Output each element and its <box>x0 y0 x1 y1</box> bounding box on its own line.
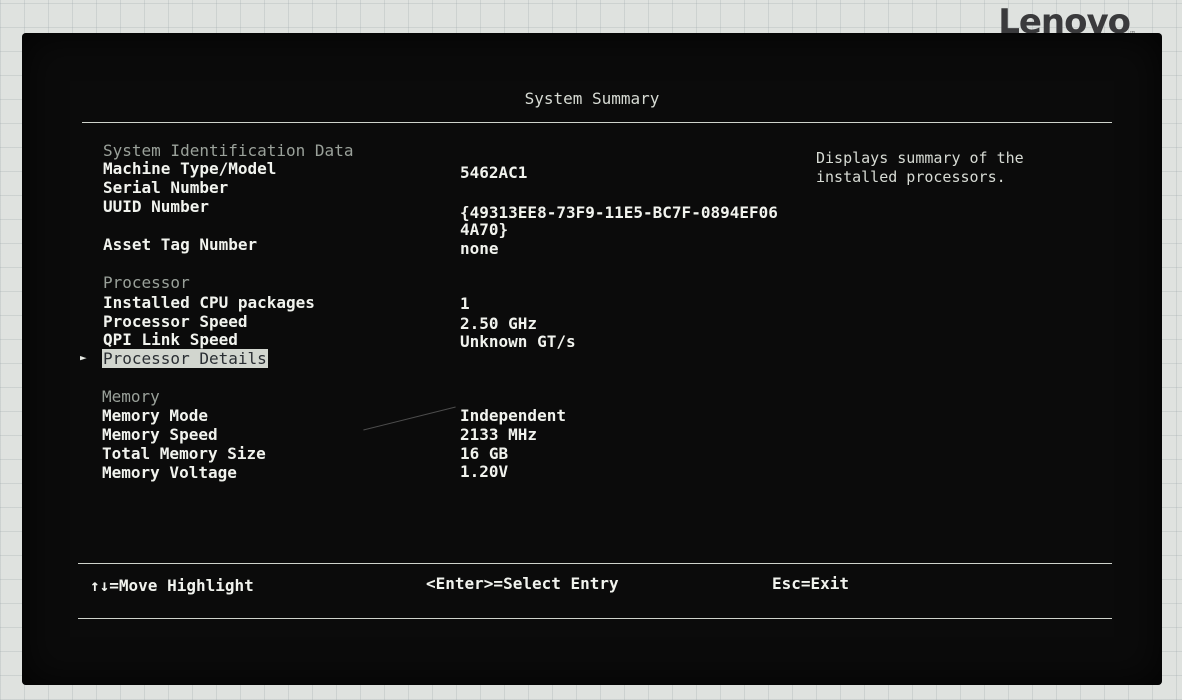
cpu-packages-label[interactable]: Installed CPU packages <box>103 293 315 312</box>
serial-number-label[interactable]: Serial Number <box>103 178 228 197</box>
uuid-value-line-2: 4A70} <box>460 220 509 239</box>
footer-top-divider <box>78 563 1112 564</box>
machine-type-value: 5462AC1 <box>460 163 528 182</box>
uuid-label[interactable]: UUID Number <box>103 197 209 216</box>
total-memory-size-label[interactable]: Total Memory Size <box>102 444 266 463</box>
processor-details-label[interactable]: Processor Details <box>102 349 268 368</box>
help-text-line-1: Displays summary of the <box>816 149 1024 167</box>
processor-speed-value: 2.50 GHz <box>460 314 538 333</box>
section-title-memory: Memory <box>102 387 160 406</box>
memory-mode-label[interactable]: Memory Mode <box>102 406 208 425</box>
total-memory-size-value: 16 GB <box>460 444 509 463</box>
memory-voltage-label[interactable]: Memory Voltage <box>102 463 237 482</box>
footer-bottom-divider <box>78 618 1112 619</box>
processor-details-item[interactable]: Processor Details <box>102 349 268 368</box>
help-text-line-2: installed processors. <box>816 168 1006 186</box>
cpu-packages-value: 1 <box>460 294 470 313</box>
memory-speed-label[interactable]: Memory Speed <box>102 425 218 444</box>
memory-voltage-value: 1.20V <box>460 462 509 481</box>
page-title: System Summary <box>524 89 660 108</box>
footer-move-highlight: ↑↓=Move Highlight <box>90 576 254 595</box>
machine-type-label[interactable]: Machine Type/Model <box>103 159 276 178</box>
bios-screen: System Summary Displays summary of the i… <box>22 33 1162 685</box>
qpi-link-speed-value: Unknown GT/s <box>460 332 576 351</box>
header-divider <box>82 122 1112 123</box>
qpi-link-speed-label[interactable]: QPI Link Speed <box>103 330 238 349</box>
memory-speed-value: 2133 MHz <box>460 425 538 444</box>
section-title-processor: Processor <box>103 273 190 292</box>
asset-tag-value: none <box>460 239 499 258</box>
section-title-identification: System Identification Data <box>103 141 354 160</box>
processor-speed-label[interactable]: Processor Speed <box>103 312 248 331</box>
asset-tag-label[interactable]: Asset Tag Number <box>103 235 257 254</box>
footer-exit: Esc=Exit <box>772 574 850 593</box>
footer-select-entry: <Enter>=Select Entry <box>426 574 619 593</box>
screen-reflection <box>363 406 456 431</box>
memory-mode-value: Independent <box>460 406 566 425</box>
selection-pointer-icon: ► <box>80 351 87 364</box>
